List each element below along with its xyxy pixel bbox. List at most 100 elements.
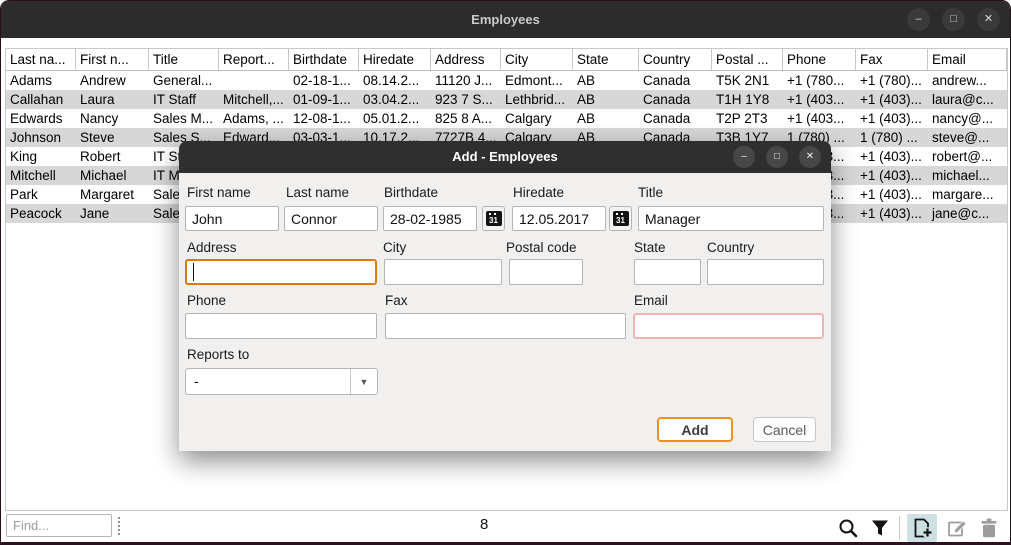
table-cell[interactable]: Lethbrid... (501, 90, 573, 109)
table-cell[interactable]: jane@c... (928, 204, 1007, 223)
table-cell[interactable]: andrew... (928, 71, 1007, 90)
table-cell[interactable]: 05.01.2... (359, 109, 431, 128)
table-cell[interactable]: nancy@... (928, 109, 1007, 128)
table-cell[interactable]: +1 (403)... (856, 90, 928, 109)
table-cell[interactable]: Robert (76, 147, 149, 166)
cancel-button[interactable]: Cancel (753, 417, 816, 442)
edit-record-button[interactable] (944, 515, 970, 541)
table-cell[interactable]: +1 (780)... (856, 71, 928, 90)
table-cell[interactable]: Canada (639, 71, 712, 90)
table-cell[interactable]: Peacock (6, 204, 76, 223)
add-button[interactable]: Add (657, 417, 733, 442)
column-header-12[interactable]: Fax (856, 49, 928, 71)
table-cell[interactable]: Sales M... (149, 109, 219, 128)
table-cell[interactable]: Canada (639, 109, 712, 128)
table-cell[interactable]: Margaret (76, 185, 149, 204)
column-header-1[interactable]: First n... (76, 49, 149, 71)
table-cell[interactable]: margare... (928, 185, 1007, 204)
table-cell[interactable]: Laura (76, 90, 149, 109)
birthdate-calendar-button[interactable]: 31 (482, 206, 505, 231)
address-input[interactable] (185, 259, 377, 285)
email-input[interactable] (633, 313, 824, 339)
table-cell[interactable]: AB (573, 109, 639, 128)
table-row[interactable]: CallahanLauraIT StaffMitchell,...01-09-1… (6, 90, 1007, 109)
table-cell[interactable]: Canada (639, 90, 712, 109)
table-cell[interactable]: Steve (76, 128, 149, 147)
table-cell[interactable]: 12-08-1... (289, 109, 359, 128)
city-input[interactable] (384, 259, 502, 285)
search-button[interactable] (835, 515, 861, 541)
table-cell[interactable]: AB (573, 90, 639, 109)
table-cell[interactable]: Mitchell (6, 166, 76, 185)
table-cell[interactable]: Adams (6, 71, 76, 90)
table-cell[interactable]: 08.14.2... (359, 71, 431, 90)
table-row[interactable]: AdamsAndrewGeneral... 02-18-1...08.14.2..… (6, 71, 1007, 90)
table-cell[interactable]: Adams, ... (219, 109, 289, 128)
column-header-8[interactable]: State (573, 49, 639, 71)
column-header-5[interactable]: Hiredate (359, 49, 431, 71)
table-cell[interactable]: Edwards (6, 109, 76, 128)
table-cell[interactable]: Park (6, 185, 76, 204)
table-cell[interactable]: steve@... (928, 128, 1007, 147)
table-cell[interactable] (219, 71, 289, 90)
table-cell[interactable]: michael... (928, 166, 1007, 185)
table-cell[interactable]: General... (149, 71, 219, 90)
table-cell[interactable]: 02-18-1... (289, 71, 359, 90)
table-cell[interactable]: Calgary (501, 109, 573, 128)
add-record-button[interactable] (907, 514, 937, 542)
table-row[interactable]: EdwardsNancySales M...Adams, ...12-08-1.… (6, 109, 1007, 128)
column-header-10[interactable]: Postal ... (712, 49, 783, 71)
last-name-input[interactable] (284, 206, 378, 231)
fax-input[interactable] (385, 313, 626, 339)
table-cell[interactable]: Nancy (76, 109, 149, 128)
maximize-button[interactable]: □ (942, 8, 965, 31)
table-cell[interactable]: robert@... (928, 147, 1007, 166)
table-cell[interactable]: +1 (403)... (856, 166, 928, 185)
table-cell[interactable]: Edmont... (501, 71, 573, 90)
table-cell[interactable]: +1 (403)... (856, 147, 928, 166)
table-cell[interactable]: +1 (403... (783, 109, 856, 128)
table-cell[interactable]: 01-09-1... (289, 90, 359, 109)
column-header-13[interactable]: Email (928, 49, 1007, 71)
dialog-minimize-button[interactable]: – (733, 146, 755, 168)
column-header-6[interactable]: Address (431, 49, 501, 71)
table-cell[interactable]: AB (573, 71, 639, 90)
column-header-2[interactable]: Title (149, 49, 219, 71)
table-cell[interactable]: +1 (403)... (856, 185, 928, 204)
minimize-button[interactable]: – (907, 8, 930, 31)
dropdown-arrow-icon[interactable]: ▼ (350, 369, 377, 394)
column-header-3[interactable]: Report... (219, 49, 289, 71)
column-header-4[interactable]: Birthdate (289, 49, 359, 71)
table-cell[interactable]: Johnson (6, 128, 76, 147)
column-header-11[interactable]: Phone (783, 49, 856, 71)
phone-input[interactable] (185, 313, 377, 339)
first-name-input[interactable] (185, 206, 279, 231)
column-header-9[interactable]: Country (639, 49, 712, 71)
table-cell[interactable]: laura@c... (928, 90, 1007, 109)
table-cell[interactable]: 03.04.2... (359, 90, 431, 109)
table-cell[interactable]: T5K 2N1 (712, 71, 783, 90)
table-cell[interactable]: 1 (780) ... (856, 128, 928, 147)
table-cell[interactable]: King (6, 147, 76, 166)
table-cell[interactable]: Jane (76, 204, 149, 223)
splitter-grip[interactable] (118, 517, 120, 535)
reports-to-select[interactable]: - ▼ (185, 368, 378, 395)
table-cell[interactable]: +1 (403)... (856, 109, 928, 128)
table-cell[interactable]: +1 (780... (783, 71, 856, 90)
table-cell[interactable]: Mitchell,... (219, 90, 289, 109)
country-input[interactable] (707, 259, 824, 285)
title-input[interactable] (638, 206, 824, 231)
table-cell[interactable]: Andrew (76, 71, 149, 90)
state-input[interactable] (634, 259, 701, 285)
table-cell[interactable]: +1 (403)... (856, 204, 928, 223)
dialog-close-button[interactable]: ✕ (799, 146, 821, 168)
table-cell[interactable]: T1H 1Y8 (712, 90, 783, 109)
birthdate-input[interactable] (383, 206, 477, 231)
column-header-7[interactable]: City (501, 49, 573, 71)
find-input[interactable] (6, 514, 112, 537)
table-cell[interactable]: 923 7 S... (431, 90, 501, 109)
table-cell[interactable]: 11120 J... (431, 71, 501, 90)
column-header-0[interactable]: Last na... (6, 49, 76, 71)
postal-code-input[interactable] (509, 259, 583, 285)
delete-record-button[interactable] (977, 515, 1001, 541)
